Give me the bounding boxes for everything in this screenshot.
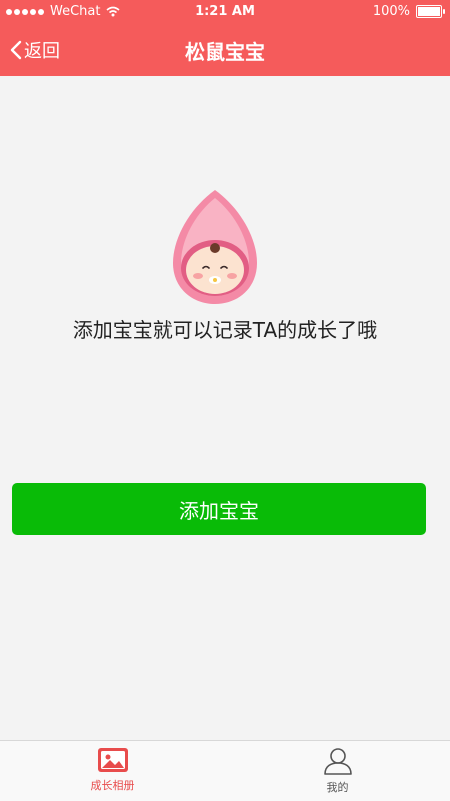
empty-state-message: 添加宝宝就可以记录TA的成长了哦 (72, 318, 378, 342)
photo-album-icon (97, 748, 128, 772)
tab-growth-album[interactable]: 成长相册 (0, 741, 225, 801)
tab-growth-album-label: 成长相册 (90, 779, 135, 792)
status-bar: WeChat 1:21 AM 100% (0, 0, 450, 24)
add-baby-button-label: 添加宝宝 (179, 500, 259, 523)
battery-icon (416, 5, 445, 18)
add-baby-button[interactable]: 添加宝宝 (12, 483, 426, 535)
tab-mine-label: 我的 (326, 781, 349, 794)
main-content: 添加宝宝就可以记录TA的成长了哦 添加宝宝 (0, 76, 450, 740)
tab-mine[interactable]: 我的 (225, 741, 450, 801)
status-right: 100% (372, 4, 445, 19)
battery-percent: 100% (372, 4, 410, 19)
page-title: 松鼠宝宝 (185, 40, 265, 64)
tab-bar: 成长相册 我的 (0, 740, 450, 801)
nav-bar: 返回 松鼠宝宝 (0, 26, 450, 74)
person-icon (323, 748, 352, 775)
baby-illustration (173, 190, 257, 304)
header: WeChat 1:21 AM 100% 返回 松鼠宝宝 (0, 0, 450, 76)
